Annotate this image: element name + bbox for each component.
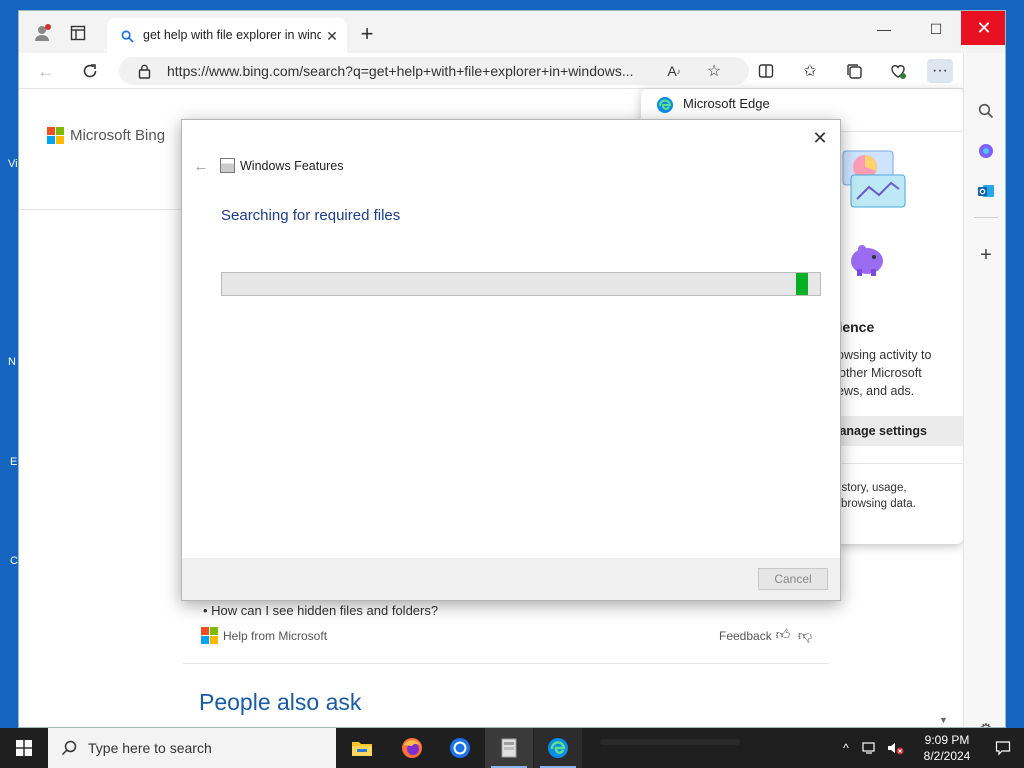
dialog-status-heading: Searching for required files (221, 207, 401, 224)
favorites-icon[interactable]: ✩ (797, 59, 823, 83)
file-explorer-taskbar-icon[interactable] (338, 728, 386, 768)
add-sidebar-app-icon[interactable]: + (974, 243, 998, 267)
taskbar-scroll-indicator (600, 739, 740, 745)
illustration-image (841, 147, 907, 217)
profile-icon[interactable] (31, 21, 55, 45)
start-button[interactable] (0, 728, 48, 768)
taskbar-search-box[interactable]: Type here to search (48, 728, 336, 768)
edge-logo-icon (655, 95, 675, 115)
popover-body-line-3: ews, and ads. (837, 384, 915, 398)
bing-logo-text: Microsoft Bing (70, 127, 166, 144)
help-from-label: Help from Microsoft (223, 628, 328, 643)
minimize-button[interactable]: — (869, 17, 899, 41)
tab-title: get help with file explorer in windows (143, 28, 321, 42)
progress-bar-fill (796, 273, 808, 295)
sidebar-settings-gear-icon[interactable]: ⚙ (974, 717, 998, 727)
desktop-label-3: E (10, 456, 18, 468)
help-from-microsoft[interactable]: Help from Microsoft (201, 627, 327, 644)
microsoft-logo-icon (47, 127, 64, 144)
microsoft-bing-logo[interactable]: Microsoft Bing (47, 127, 165, 144)
clock-time: 9:09 PM (924, 733, 970, 747)
cancel-button[interactable]: Cancel (758, 568, 828, 590)
popover-body-line-2: other Microsoft (839, 366, 922, 380)
desktop-label-4: C (10, 555, 18, 567)
windows-taskbar: Type here to search ^ 9:09 PM 8/2/2024 (0, 728, 1024, 768)
clock-date: 8/2/2024 (923, 749, 971, 763)
windows-features-app-icon (220, 158, 235, 173)
browser-titlebar: get help with file explorer in windows ✕… (19, 11, 1005, 53)
search-placeholder: Type here to search (88, 740, 212, 756)
volume-muted-icon[interactable] (884, 738, 906, 758)
dialog-close-icon[interactable]: ✕ (808, 126, 832, 150)
new-tab-icon[interactable]: + (355, 21, 379, 46)
show-hidden-icons-chevron-icon[interactable]: ^ (838, 738, 854, 758)
favorite-star-icon[interactable]: ☆ (701, 59, 727, 83)
outlook-icon[interactable] (974, 179, 998, 203)
sidebar-divider (974, 217, 998, 218)
browser-toolbar: ← https://www.bing.com/search?q=get+help… (19, 53, 1005, 89)
lock-icon[interactable] (135, 62, 153, 80)
edge-sidebar: + ⚙ (963, 53, 1005, 727)
windows-features-dialog: ✕ ← Windows Features Searching for requi… (181, 119, 841, 601)
browser-tab-active[interactable]: get help with file explorer in windows ✕ (107, 18, 347, 53)
network-icon[interactable] (860, 738, 880, 758)
windows-logo-icon (16, 740, 32, 756)
dialog-back-icon[interactable]: ← (190, 156, 212, 176)
browser-essentials-icon[interactable] (885, 59, 911, 83)
back-icon[interactable]: ← (33, 59, 59, 83)
chrome-taskbar-icon[interactable] (436, 728, 484, 768)
search-icon[interactable] (974, 99, 998, 123)
piggy-bank-icon (847, 239, 887, 279)
thumbs-up-icon[interactable]: 👍︎ (775, 626, 791, 642)
people-also-ask-heading: People also ask (199, 689, 362, 715)
close-window-button[interactable]: ✕ (961, 11, 1005, 45)
notifications-icon[interactable] (992, 738, 1014, 758)
microsoft-logo-icon (201, 627, 218, 644)
desktop-label-2: N (8, 356, 16, 368)
read-aloud-icon[interactable]: A ♪ (661, 59, 687, 83)
dialog-footer: Cancel (182, 558, 840, 600)
popover-body-line-1: owsing activity to (837, 348, 932, 362)
header-divider (19, 209, 181, 210)
popover-footer-line-1: istory, usage, (839, 482, 907, 494)
search-icon (60, 739, 78, 757)
url-text: https://www.bing.com/search?q=get+help+w… (167, 63, 634, 79)
maximize-button[interactable]: ☐ (921, 17, 951, 41)
thumbs-down-icon[interactable]: 👎︎ (797, 627, 813, 643)
copilot-apps-icon[interactable] (974, 139, 998, 163)
bing-search-icon (119, 28, 135, 44)
tab-actions-icon[interactable] (67, 23, 89, 43)
windows-features-taskbar-icon[interactable] (485, 728, 533, 768)
split-screen-icon[interactable] (753, 59, 779, 83)
refresh-icon[interactable] (77, 59, 103, 83)
popover-header: Microsoft Edge (683, 96, 770, 111)
section-divider (183, 663, 829, 664)
more-menu-icon[interactable]: ··· (927, 59, 953, 83)
taskbar-clock[interactable]: 9:09 PM 8/2/2024 (912, 732, 982, 764)
tab-close-icon[interactable]: ✕ (323, 27, 341, 45)
collections-icon[interactable] (841, 59, 867, 83)
dialog-title: Windows Features (240, 159, 344, 173)
popover-footer-line-2: browsing data. (841, 498, 916, 510)
scroll-down-arrow[interactable]: ▼ (939, 715, 948, 725)
related-question-bullet[interactable]: • How can I see hidden files and folders… (203, 603, 438, 618)
progress-bar (221, 272, 821, 296)
feedback-link[interactable]: Feedback (719, 629, 772, 643)
desktop-label-1: Vi (8, 158, 18, 170)
address-bar[interactable]: https://www.bing.com/search?q=get+help+w… (119, 57, 749, 85)
edge-taskbar-icon[interactable] (534, 728, 582, 768)
firefox-taskbar-icon[interactable] (388, 728, 436, 768)
